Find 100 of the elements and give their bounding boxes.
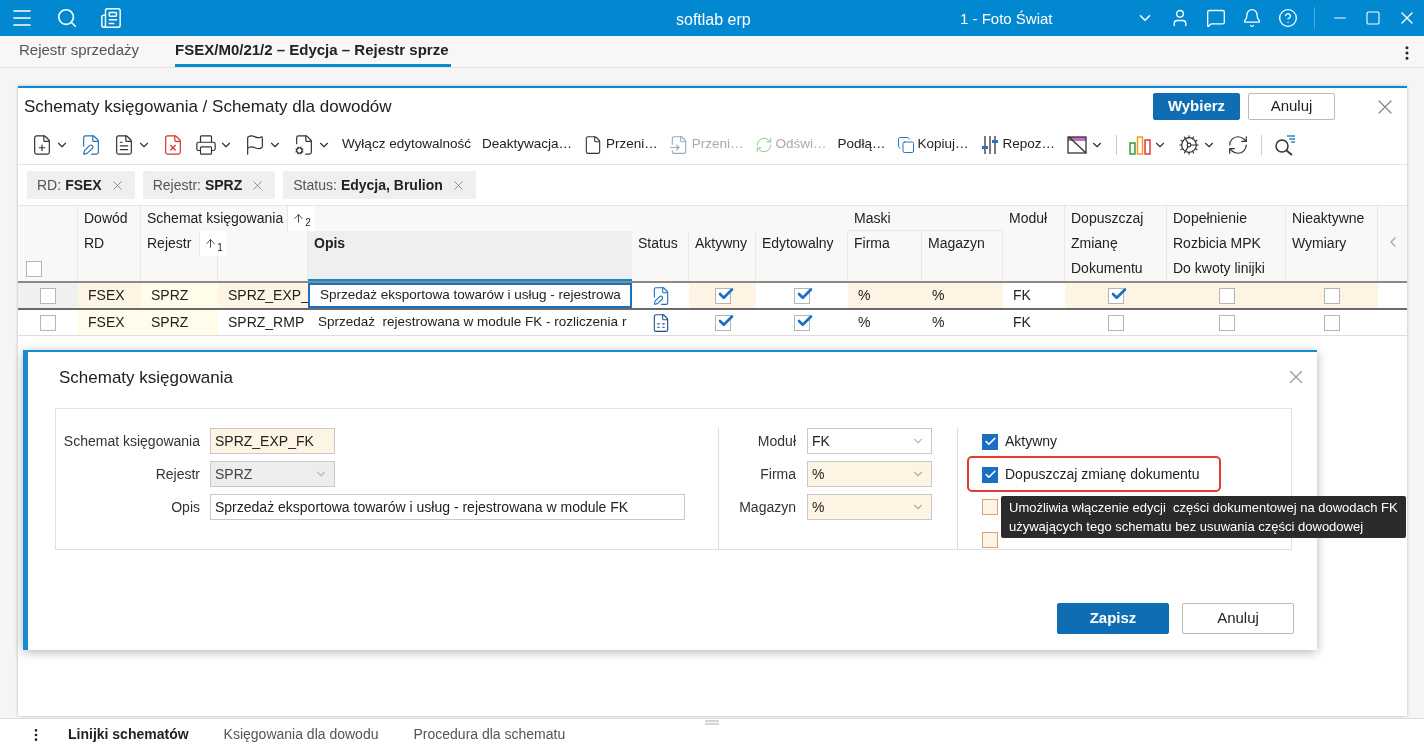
maximize-icon[interactable] [1365,10,1381,26]
checkbox[interactable] [1218,314,1235,331]
tab[interactable]: FSEX/M0/21/2 – Edycja – Rejestr sprze [175,37,451,67]
column-header[interactable]: Status [632,231,689,281]
table-cell[interactable]: Sprzedaż eksportowa towarów i usług - rejestrowa [308,283,632,308]
refresh-icon [754,135,773,154]
search-icon[interactable] [56,7,78,29]
column-header[interactable]: Dopełnienie Rozbicia MPK Do kwoty linijki [1167,206,1286,281]
tab[interactable]: Linijki schematów [68,724,189,745]
field-label: Opis [170,497,201,517]
sort-order: 1 [217,241,223,255]
tab[interactable]: Rejestr sprzedaży [19,37,142,67]
column-header[interactable]: Firma [848,231,922,281]
drag-handle-icon[interactable] [705,720,719,725]
column-header[interactable]: Edytowalny [756,231,848,281]
checkbox[interactable] [982,531,998,548]
sort-badge[interactable]: 1 [199,231,227,256]
table-cell: SPRZ [141,310,218,335]
cancel-button[interactable]: Anuluj [1182,603,1294,634]
select-field[interactable]: % [807,461,932,487]
input-field[interactable]: SPRZ_EXP_FK [210,428,335,454]
primary-button[interactable]: Wybierz [1153,93,1240,120]
sort-arrow-icon [204,237,218,250]
gear-icon [1178,133,1201,156]
field-label: Schemat księgowania [62,431,201,451]
toolbar-button[interactable]: Repoz… [974,129,1061,160]
message-icon[interactable] [1206,8,1226,28]
app-title: softlab erp [676,10,751,30]
column-header[interactable]: Aktywny [689,231,756,281]
checkbox[interactable] [1218,287,1235,304]
table-row[interactable]: FSEX SPRZ SPRZ_RMP Sprzedaż rejestrowana w module FK - rozliczenia r % % FK [18,310,1407,336]
filter-label: RD: [37,175,62,195]
toolbar-button[interactable]: Podłą… [832,129,891,160]
hide-columns-icon [1066,133,1089,156]
newspaper-icon[interactable] [100,7,122,29]
table-cell[interactable]: Sprzedaż rejestrowana w module FK - rozliczenia r [308,310,632,335]
table-cell-text: % [931,313,946,332]
checkbox[interactable] [1108,314,1124,331]
toolbar-button[interactable]: Deaktywacja… [476,129,577,160]
checkbox[interactable] [26,261,42,277]
primary-button[interactable]: Zapisz [1057,603,1169,634]
dialog-title: Schematy księgowania [59,367,233,389]
column-group-header[interactable]: Maski [848,206,1003,231]
refresh-icon [1227,133,1250,156]
new-document-icon [31,133,53,156]
cancel-button[interactable]: Anuluj [1248,93,1335,120]
column-header[interactable]: Rejestr [147,231,192,256]
field-label: Firma [759,464,797,484]
field-label: Magazyn [738,497,797,517]
bell-icon[interactable] [1242,8,1262,28]
checkbox-label: Aktywny [1005,432,1058,451]
document-gear-icon [293,133,315,156]
checkbox[interactable] [982,433,998,450]
table-cell-text: % [857,313,872,332]
input-field[interactable]: Sprzedaż eksportowa towarów i usług - rejestrowana w module FK [210,494,685,520]
toolbar-button[interactable]: Kopiuj… [891,129,974,160]
table-cell: FSEX [78,310,141,335]
checkbox[interactable] [714,314,731,331]
checkbox[interactable] [1324,314,1340,331]
filter-value: Edycja, Brulion [340,175,443,195]
checkbox[interactable] [982,499,998,516]
sliders-icon [979,134,1000,155]
panel-title: Schematy księgowania / Schematy dla dowodów [24,95,393,118]
checkbox[interactable] [1108,287,1124,304]
bar-chart-icon [1129,134,1152,155]
tab[interactable]: Procedura dla schematu [413,724,566,745]
column-group-header[interactable]: Schemat księgowania [147,208,284,229]
checkbox[interactable] [794,287,810,304]
checkbox[interactable] [40,287,56,304]
filter-value: FSEX [65,175,102,195]
document-info-icon [113,133,135,156]
tab[interactable]: Księgowania dla dowodu [223,724,379,745]
column-header[interactable]: Dopuszczaj Zmianę Dokumentu [1065,206,1167,281]
sort-arrow-icon [292,212,306,225]
select-field[interactable]: % [807,494,932,520]
help-icon[interactable] [1278,8,1298,28]
edit-document-icon [80,133,102,156]
sort-order: 2 [305,216,311,230]
toolbar-button[interactable]: Wyłącz edytowalność [337,129,476,160]
table-cell-text: SPRZ_RMP [227,313,306,332]
company-name[interactable]: 1 - Foto Świat [960,8,1053,31]
toolbar-button[interactable]: Przeni… [577,129,663,160]
checkbox[interactable] [1324,287,1340,304]
select-field[interactable]: FK [807,428,932,454]
column-header[interactable]: Opis [308,231,632,281]
checkbox[interactable] [40,314,56,331]
table-cell-text: FK [1012,286,1032,305]
checkbox[interactable] [794,314,810,331]
column-header[interactable]: Magazyn [922,231,1003,281]
column-header[interactable]: Dowód RD [78,206,141,281]
checkbox[interactable] [982,466,998,483]
sort-badge[interactable]: 2 [287,206,315,231]
table-cell: % [922,283,1003,308]
column-header[interactable]: Moduł [1003,206,1065,281]
checkbox-label: Dopuszczaj zmianę dokumentu [1005,465,1200,484]
checkbox[interactable] [714,287,731,304]
search-filter-icon [1274,133,1297,156]
filter-label: Rejestr: [152,175,201,195]
table-cell: FSEX [78,283,141,308]
column-header[interactable]: Nieaktywne Wymiary [1286,206,1378,281]
